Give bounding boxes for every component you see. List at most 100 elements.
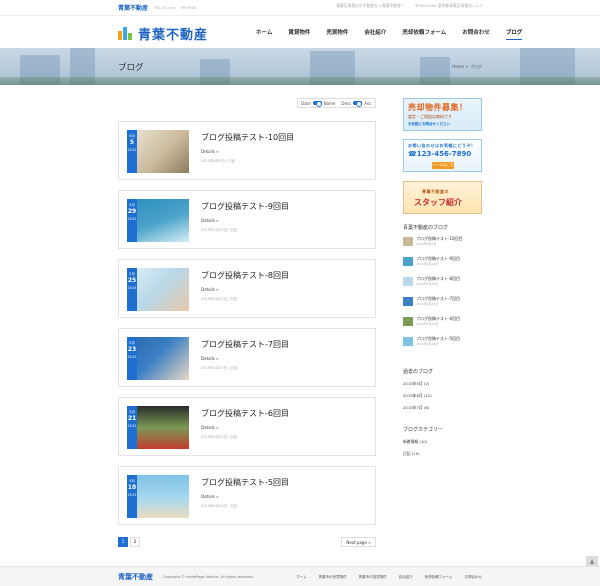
date-badge: 5月 29 2015 [127, 199, 137, 242]
site-logo[interactable]: 青葉不動産 [118, 24, 208, 43]
post-meta: 2015年5月21日 / 日記 [201, 435, 238, 439]
staff-banner[interactable]: 青葉不動産の スタッフ紹介 [403, 181, 482, 214]
top-contact: 〒000-0000 東京都青葉区青葉台1-2-3 [414, 3, 482, 8]
archive-list: 2015年5月 (2) 2015年6月 (12) 2015年7月 (6) [403, 381, 482, 417]
category-item[interactable]: 日記 (10) [403, 451, 482, 463]
category-item[interactable]: 新着情報 (10) [403, 439, 482, 451]
nav-sale[interactable]: 売買物件 [326, 28, 348, 40]
next-page-button[interactable]: Next page » [341, 537, 376, 547]
post-card[interactable]: 5月 29 2015 ブログ投稿テスト-9回目 Details » 2015年5月2… [118, 190, 376, 249]
post-card[interactable]: 5月 18 2015 ブログ投稿テスト-5回目 Details » 2015年5月1… [118, 466, 376, 525]
post-meta: 2015年5月18日 / 日記 [201, 504, 238, 508]
ad-main-text: スタッフ紹介 [414, 198, 462, 207]
post-title[interactable]: ブログ投稿テスト-5回目 [201, 477, 289, 488]
footer-nav-sell-form[interactable]: 売却依頼フォーム [425, 575, 453, 580]
post-card[interactable]: 5月 23 2015 ブログ投稿テスト-7回目 Details » 2015年5月2… [118, 328, 376, 387]
date-badge: 5月 25 2015 [127, 268, 137, 311]
footer-nav-company[interactable]: 会社紹介 [399, 575, 413, 580]
page-2[interactable]: 2 [130, 537, 140, 547]
ad-title: お問い合わせはお気軽にどうぞ! [408, 143, 474, 148]
top-logo[interactable]: 青葉不動産 [118, 3, 148, 12]
nav-blog[interactable]: ブログ [505, 28, 523, 40]
details-link[interactable]: Details » [201, 494, 219, 499]
page-banner: ブログ Home > ブログ [0, 48, 600, 85]
post-thumbnail[interactable]: 5月 23 2015 [127, 337, 189, 380]
details-link[interactable]: Details » [201, 287, 219, 292]
post-title[interactable]: ブログ投稿テスト-10回目 [201, 132, 294, 143]
recent-post-thumb [403, 317, 413, 326]
recent-post-item[interactable]: ブログ投稿テスト-8回目 2015年5月25日 [403, 276, 482, 288]
recent-posts-title: 青葉不動産のブログ [403, 225, 449, 231]
post-title[interactable]: ブログ投稿テスト-8回目 [201, 270, 289, 281]
post-title[interactable]: ブログ投稿テスト-7回目 [201, 339, 289, 350]
details-link[interactable]: Details » [201, 425, 219, 430]
top-tagline: 青葉区青葉台の不動産なら青葉不動産へ [336, 3, 405, 8]
sort-order-toggle[interactable] [353, 101, 363, 107]
main-nav: ホーム 賃貸物件 売買物件 会社紹介 売却依頼フォーム お問合わせ ブログ [256, 28, 538, 40]
footer-nav: ホーム 青葉市の売買物件 青葉市の賃貸物件 会社紹介 売却依頼フォーム お問合わ… [296, 575, 482, 580]
footer-nav-rental[interactable]: 青葉市の賃貸物件 [359, 575, 387, 580]
footer-logo[interactable]: 青葉不動産 [118, 572, 153, 582]
post-meta: 2015年6月5日 / 日記 [201, 159, 236, 163]
recent-post-date: 2015年5月21日 [416, 322, 439, 326]
sort-field-toggle[interactable] [312, 101, 322, 107]
logo-text: 青葉不動産 [138, 28, 209, 43]
post-thumbnail[interactable]: 6月 5 2015 [127, 130, 189, 173]
sort-asc-label: Asc [364, 100, 372, 106]
ad-cta: お気軽にお問合せください [408, 122, 450, 126]
date-badge: 6月 5 2015 [127, 130, 137, 173]
nav-sell-form[interactable]: 売却依頼フォーム [402, 28, 446, 40]
post-title[interactable]: ブログ投稿テスト-9回目 [201, 201, 289, 212]
post-thumbnail[interactable]: 5月 25 2015 [127, 268, 189, 311]
date-badge: 5月 23 2015 [127, 337, 137, 380]
post-image [137, 475, 189, 518]
archive-item[interactable]: 2015年6月 (12) [403, 393, 482, 405]
post-image [137, 406, 189, 449]
footer-nav-sale[interactable]: 青葉市の売買物件 [319, 575, 347, 580]
recent-post-item[interactable]: ブログ投稿テスト-5回目 2015年5月18日 [403, 336, 482, 348]
building-logo-icon [118, 27, 135, 40]
page-title: ブログ [118, 63, 144, 73]
details-link[interactable]: Details » [201, 356, 219, 361]
recent-post-thumb [403, 297, 413, 306]
nav-home[interactable]: ホーム [256, 28, 272, 40]
post-card[interactable]: 5月 21 2015 ブログ投稿テスト-6回目 Details » 2015年5月2… [118, 397, 376, 456]
recent-post-date: 2015年5月18日 [416, 342, 439, 346]
footer-nav-contact[interactable]: お問合わせ [465, 575, 483, 580]
recent-post-date: 2015年5月25日 [416, 282, 439, 286]
sort-name-label: Name [323, 100, 336, 106]
recent-post-thumb [403, 237, 413, 246]
details-link[interactable]: Details » [201, 218, 219, 223]
post-card[interactable]: 6月 5 2015 ブログ投稿テスト-10回目 Details » 2015年6月5… [118, 121, 376, 180]
nav-company[interactable]: 会社紹介 [364, 28, 386, 40]
post-title[interactable]: ブログ投稿テスト-6回目 [201, 408, 289, 419]
recent-post-item[interactable]: ブログ投稿テスト-10回目 2015年6月5日 [403, 236, 482, 248]
category-title: ブログカテゴリー [403, 427, 444, 433]
recent-post-item[interactable]: ブログ投稿テスト-7回目 2015年5月23日 [403, 296, 482, 308]
top-strip: 青葉不動産 TEL 03-xxx PM 9:00 青葉区青葉台の不動産なら青葉不… [0, 0, 600, 16]
post-card[interactable]: 5月 25 2015 ブログ投稿テスト-8回目 Details » 2015年5月2… [118, 259, 376, 318]
recent-post-date: 2015年5月29日 [416, 262, 439, 266]
nav-rental[interactable]: 賃貸物件 [288, 28, 310, 40]
post-thumbnail[interactable]: 5月 21 2015 [127, 406, 189, 449]
footer-nav-home[interactable]: ホーム [296, 575, 306, 580]
details-link[interactable]: Details » [201, 149, 219, 154]
post-thumbnail[interactable]: 5月 18 2015 [127, 475, 189, 518]
contact-banner[interactable]: お問い合わせはお気軽にどうぞ! ☎123-456-7890 メールはこちら [403, 139, 482, 172]
sell-property-banner[interactable]: 売却物件募集！ 査定・ご相談は無料です お気軽にお問合せください [403, 98, 482, 131]
top-hours-2: PM 9:00 [181, 5, 197, 10]
mail-button[interactable]: メールはこちら [432, 162, 454, 171]
sort-bar: Date Name Desc Asc [297, 98, 376, 108]
archive-item[interactable]: 2015年5月 (2) [403, 381, 482, 393]
breadcrumb[interactable]: Home > ブログ [452, 64, 482, 70]
post-thumbnail[interactable]: 5月 29 2015 [127, 199, 189, 242]
recent-post-date: 2015年5月23日 [416, 302, 439, 306]
sort-date-label: Date [301, 100, 311, 106]
recent-post-thumb [403, 277, 413, 286]
nav-contact[interactable]: お問合わせ [462, 28, 490, 40]
phone-number: ☎123-456-7890 [408, 150, 472, 158]
archive-item[interactable]: 2015年7月 (6) [403, 405, 482, 417]
recent-post-item[interactable]: ブログ投稿テスト-9回目 2015年5月29日 [403, 256, 482, 268]
recent-post-item[interactable]: ブログ投稿テスト-6回目 2015年5月21日 [403, 316, 482, 328]
page-1[interactable]: 1 [118, 537, 128, 547]
